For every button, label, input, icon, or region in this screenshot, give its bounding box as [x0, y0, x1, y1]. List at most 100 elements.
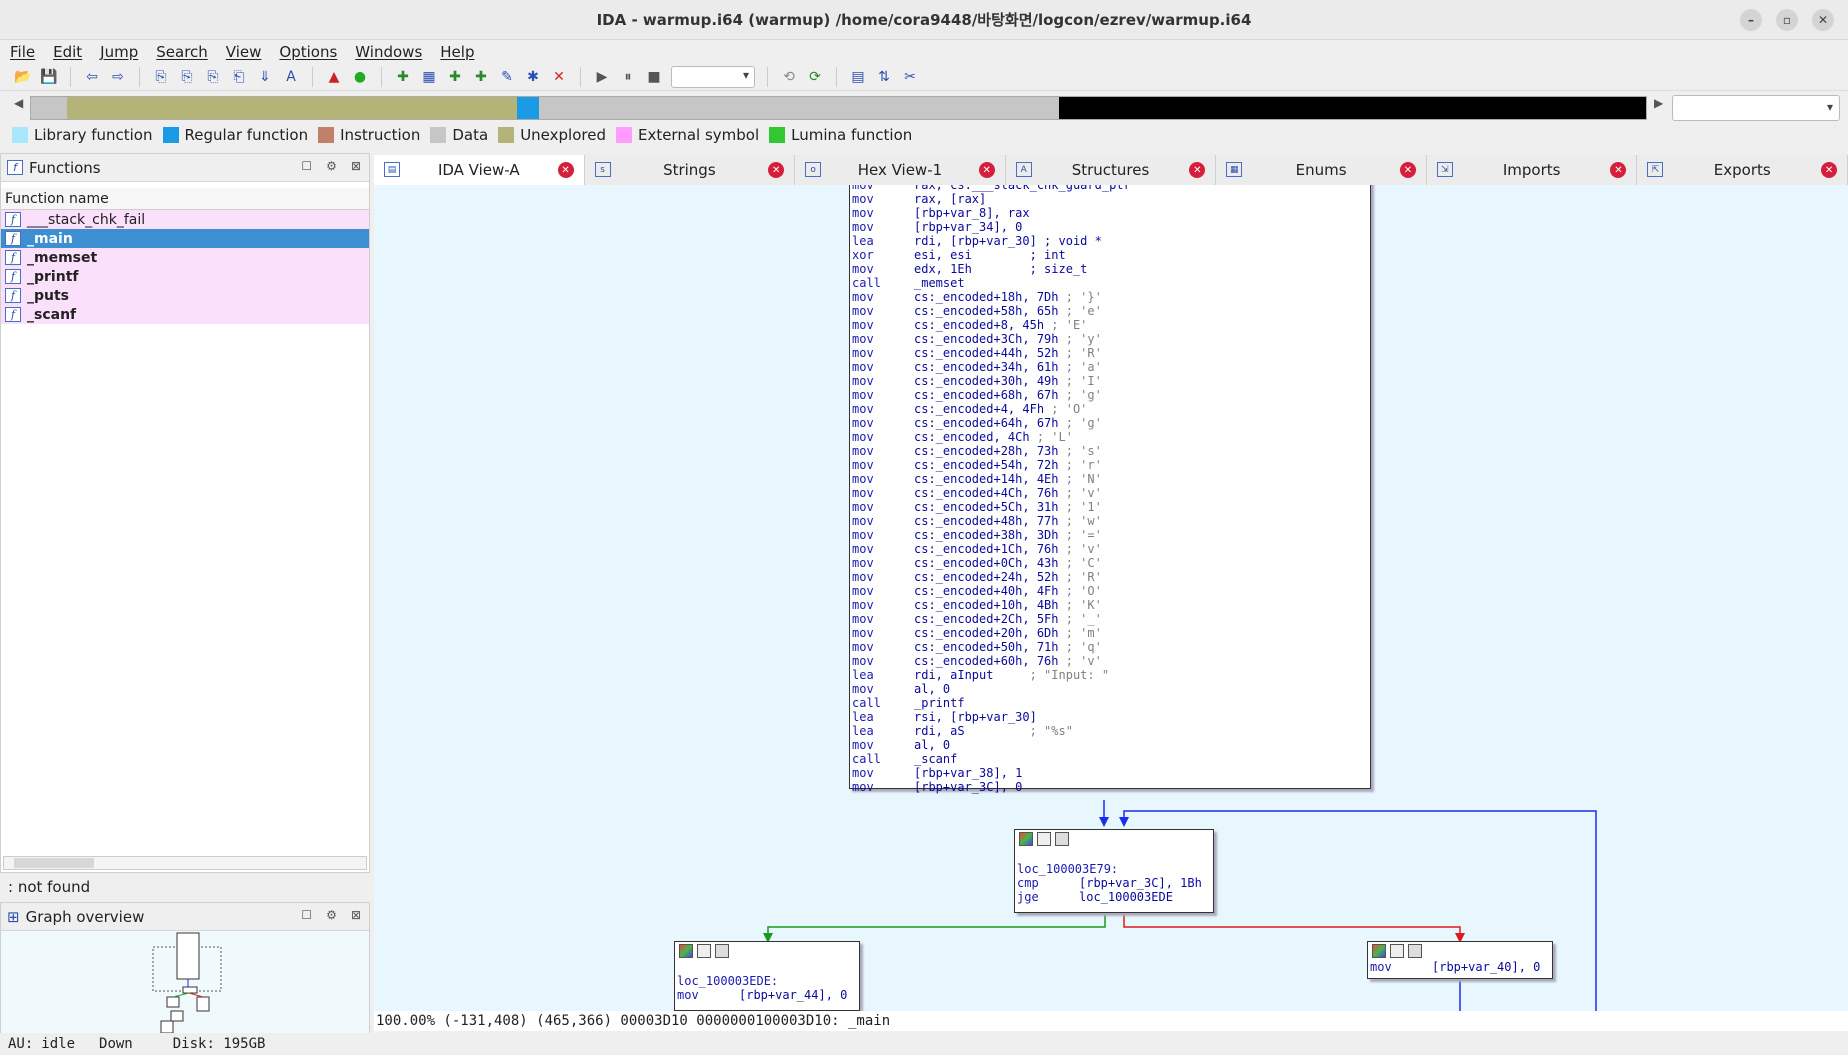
navigation-bar[interactable]: [30, 96, 1647, 120]
edit-icon[interactable]: ✎: [498, 68, 516, 86]
instruction-line[interactable]: call _printf: [850, 696, 1370, 710]
instruction-line[interactable]: lea rdi, [rbp+var_30] ; void *: [850, 234, 1370, 248]
block-label[interactable]: loc_100003E79:: [1015, 862, 1213, 876]
close-tab-icon[interactable]: ✕: [1189, 162, 1206, 178]
instruction-line[interactable]: mov rax, cs:___stack_chk_guard_ptr: [850, 185, 1370, 192]
instruction-line[interactable]: cmp [rbp+var_3C], 1Bh: [1015, 876, 1213, 890]
instruction-line[interactable]: mov cs:_encoded+3Ch, 79h ; 'y': [850, 332, 1370, 346]
instruction-line[interactable]: mov cs:_encoded+60h, 76h ; 'v': [850, 654, 1370, 668]
pause-icon[interactable]: ⏸: [619, 68, 637, 86]
text-search-icon[interactable]: ⎘: [178, 68, 196, 86]
instruction-line[interactable]: mov cs:_encoded, 4Ch ; 'L': [850, 430, 1370, 444]
graph-color-icon[interactable]: ▲: [325, 68, 343, 86]
create-function-icon[interactable]: ✚: [394, 68, 412, 86]
menu-view[interactable]: View: [226, 43, 262, 61]
debugger-select[interactable]: [671, 65, 755, 88]
instruction-line[interactable]: mov cs:_encoded+0Ch, 43h ; 'C': [850, 556, 1370, 570]
scrollbar-thumb[interactable]: [14, 858, 94, 868]
xrefs-icon[interactable]: ⇅: [875, 68, 893, 86]
open-folder-icon[interactable]: 📂: [14, 68, 32, 86]
tab-strings[interactable]: s Strings ✕: [584, 155, 796, 185]
menu-options[interactable]: Options: [279, 43, 337, 61]
instruction-line[interactable]: mov cs:_encoded+30h, 49h ; 'I': [850, 374, 1370, 388]
instruction-line[interactable]: mov cs:_encoded+10h, 4Bh ; 'K': [850, 598, 1370, 612]
close-panel-icon[interactable]: ⊠: [351, 159, 361, 173]
clear-icon[interactable]: ✂: [901, 68, 919, 86]
column-header-function-name[interactable]: Function name: [1, 188, 369, 210]
close-tab-icon[interactable]: ✕: [768, 162, 785, 178]
create-code-icon[interactable]: ▦: [420, 68, 438, 86]
delete-icon[interactable]: ✕: [550, 68, 568, 86]
instruction-line[interactable]: mov cs:_encoded+1Ch, 76h ; 'v': [850, 542, 1370, 556]
node-rename-icon[interactable]: [1037, 832, 1051, 846]
back-arrow-icon[interactable]: ⇦: [83, 68, 101, 86]
instruction-line[interactable]: mov cs:_encoded+50h, 71h ; 'q': [850, 640, 1370, 654]
segment-select[interactable]: [1672, 95, 1840, 121]
instruction-line[interactable]: mov cs:_encoded+4, 4Fh ; 'O': [850, 402, 1370, 416]
stop-icon[interactable]: ■: [645, 68, 663, 86]
node-rename-icon[interactable]: [1390, 944, 1404, 958]
instruction-line[interactable]: mov cs:_encoded+68h, 67h ; 'g': [850, 388, 1370, 402]
forward-arrow-icon[interactable]: ⇨: [109, 68, 127, 86]
close-panel-icon[interactable]: ⊠: [351, 908, 361, 922]
refresh-graph-icon[interactable]: ⟳: [806, 68, 824, 86]
immediate-search-icon[interactable]: ⎘: [204, 68, 222, 86]
tab-ida-view-a[interactable]: ▤ IDA View-A ✕: [374, 155, 585, 185]
instruction-line[interactable]: mov cs:_encoded+44h, 52h ; 'R': [850, 346, 1370, 360]
instruction-line[interactable]: mov cs:_encoded+18h, 7Dh ; '}': [850, 290, 1370, 304]
float-panel-icon[interactable]: ☐: [301, 159, 312, 173]
jump-down-icon[interactable]: ⇓: [256, 68, 274, 86]
code-block-loc-100003ede[interactable]: loc_100003EDE: mov [rbp+var_44], 0: [674, 941, 860, 1011]
instruction-line[interactable]: lea rdi, aInput ; "Input: ": [850, 668, 1370, 682]
instruction-line[interactable]: call _memset: [850, 276, 1370, 290]
block-label[interactable]: loc_100003EDE:: [675, 974, 859, 988]
node-group-icon[interactable]: [1055, 832, 1069, 846]
nav-right-arrow-icon[interactable]: ▶: [1654, 96, 1663, 110]
instruction-line[interactable]: mov cs:_encoded+58h, 65h ; 'e': [850, 304, 1370, 318]
tab-enums[interactable]: ▦ Enums ✕: [1216, 155, 1427, 185]
float-panel-icon[interactable]: ☐: [301, 908, 312, 922]
instruction-line[interactable]: mov cs:_encoded+24h, 52h ; 'R': [850, 570, 1370, 584]
instruction-line[interactable]: mov cs:_encoded+64h, 67h ; 'g': [850, 416, 1370, 430]
tab-exports[interactable]: ⇱ Exports ✕: [1637, 155, 1848, 185]
node-color-icon[interactable]: [679, 944, 693, 958]
instruction-line[interactable]: mov cs:_encoded+5Ch, 31h ; '1': [850, 500, 1370, 514]
instruction-line[interactable]: mov al, 0: [850, 738, 1370, 752]
close-tab-icon[interactable]: ✕: [557, 162, 574, 178]
close-tab-icon[interactable]: ✕: [1610, 162, 1627, 178]
green-dot-icon[interactable]: ●: [351, 68, 369, 86]
nav-left-arrow-icon[interactable]: ◀: [14, 96, 23, 110]
graph-view[interactable]: mov rax, cs:___stack_chk_guard_ptr mov rax,…: [374, 185, 1848, 1011]
instruction-line[interactable]: lea rdi, aS ; "%s": [850, 724, 1370, 738]
menu-jump[interactable]: Jump: [100, 43, 138, 61]
function-row[interactable]: f _scanf: [1, 305, 369, 324]
instruction-line[interactable]: mov rax, [rax]: [850, 192, 1370, 206]
instruction-line[interactable]: xor esi, esi ; int: [850, 248, 1370, 262]
menu-edit[interactable]: Edit: [53, 43, 82, 61]
node-color-icon[interactable]: [1019, 832, 1033, 846]
text-style-icon[interactable]: A: [282, 68, 300, 86]
add-enum-icon[interactable]: ✚: [472, 68, 490, 86]
menu-help[interactable]: Help: [440, 43, 474, 61]
menu-windows[interactable]: Windows: [355, 43, 422, 61]
code-block-loc-100003e79[interactable]: loc_100003E79: cmp [rbp+var_3C], 1Bh jge lo…: [1014, 829, 1214, 913]
instruction-line[interactable]: mov [rbp+var_3C], 0: [850, 780, 1370, 794]
instruction-line[interactable]: mov cs:_encoded+38h, 3Dh ; '=': [850, 528, 1370, 542]
code-block-loop-body[interactable]: mov [rbp+var_40], 0: [1367, 941, 1553, 979]
code-block-main[interactable]: mov rax, cs:___stack_chk_guard_ptr mov rax,…: [849, 185, 1371, 794]
node-group-icon[interactable]: [1408, 944, 1422, 958]
menu-search[interactable]: Search: [156, 43, 208, 61]
instruction-line[interactable]: mov cs:_encoded+54h, 72h ; 'r': [850, 458, 1370, 472]
close-tab-icon[interactable]: ✕: [1399, 162, 1416, 178]
instruction-line[interactable]: mov cs:_encoded+28h, 73h ; 's': [850, 444, 1370, 458]
instruction-line[interactable]: mov [rbp+var_40], 0: [1368, 960, 1552, 974]
patch-icon[interactable]: ✱: [524, 68, 542, 86]
node-group-icon[interactable]: [715, 944, 729, 958]
instruction-line[interactable]: mov [rbp+var_44], 0: [675, 988, 859, 1002]
instruction-line[interactable]: mov [rbp+var_8], rax: [850, 206, 1370, 220]
instruction-line[interactable]: mov edx, 1Eh ; size_t: [850, 262, 1370, 276]
function-row[interactable]: f _main: [1, 229, 369, 248]
instruction-line[interactable]: mov [rbp+var_34], 0: [850, 220, 1370, 234]
instruction-line[interactable]: mov cs:_encoded+20h, 6Dh ; 'm': [850, 626, 1370, 640]
function-row[interactable]: f _puts: [1, 286, 369, 305]
